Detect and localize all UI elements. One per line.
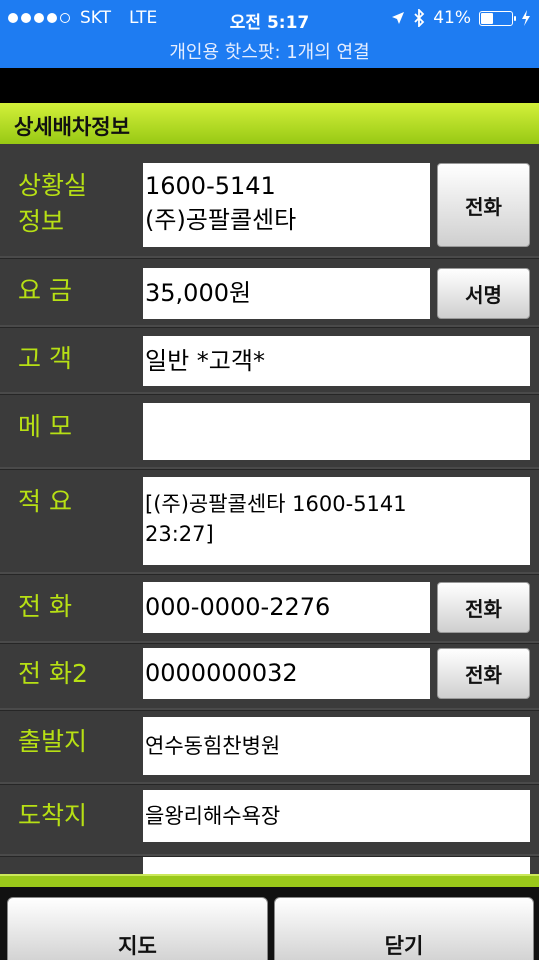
phone-label: 전 화 <box>18 592 72 621</box>
row-departure: 출발지 연수동힘찬병원 <box>0 710 539 784</box>
row-office-info: 상황실 정보 1600-5141 (주)공팔콜센타 전화 <box>0 144 539 258</box>
dispatch-detail-panel[interactable]: 상황실 정보 1600-5141 (주)공팔콜센타 전화 요 금 35,000원… <box>0 144 539 874</box>
departure-label: 출발지 <box>18 727 88 756</box>
office-info-field[interactable]: 1600-5141 (주)공팔콜센타 <box>143 163 430 247</box>
summary-label: 적 요 <box>18 487 72 516</box>
bluetooth-icon <box>414 9 425 27</box>
row-memo: 메 모 <box>0 394 539 469</box>
fee-label: 요 금 <box>18 276 72 305</box>
network-type: LTE <box>129 8 158 28</box>
summary-field[interactable]: [(주)공팔콜센타 1600-5141 23:27] <box>143 477 530 565</box>
office-call-button[interactable]: 전화 <box>437 163 530 247</box>
close-button[interactable]: 닫기 <box>274 897 534 960</box>
signal-strength-icon <box>8 13 70 23</box>
destination-field[interactable]: 을왕리해수욕장 <box>143 790 530 842</box>
row-phone: 전 화 000-0000-2276 전화 <box>0 574 539 643</box>
phone-call-button[interactable]: 전화 <box>437 582 530 633</box>
departure-field[interactable]: 연수동힘찬병원 <box>143 717 530 775</box>
row-summary: 적 요 [(주)공팔콜센타 1600-5141 23:27] <box>0 469 539 574</box>
page-title: 상세배차정보 <box>0 103 539 144</box>
row-fee: 요 금 35,000원 서명 <box>0 258 539 327</box>
fee-field[interactable]: 35,000원 <box>143 268 430 319</box>
row-phone2: 전 화2 0000000032 전화 <box>0 643 539 710</box>
office-info-label: 상황실 정보 <box>18 171 88 236</box>
customer-field[interactable]: 일반 *고객* <box>143 336 530 386</box>
location-arrow-icon <box>392 12 405 24</box>
charging-bolt-icon <box>522 10 530 26</box>
phone2-call-button[interactable]: 전화 <box>437 648 530 699</box>
battery-percent: 41% <box>433 8 471 28</box>
map-button[interactable]: 지도 <box>7 897 268 960</box>
memo-label: 메 모 <box>18 412 72 441</box>
phone2-field[interactable]: 0000000032 <box>143 648 430 699</box>
phone2-label: 전 화2 <box>18 659 88 688</box>
row-destination: 도착지 을왕리해수욕장 <box>0 784 539 856</box>
destination-label: 도착지 <box>18 801 88 830</box>
row-customer: 고 객 일반 *고객* <box>0 327 539 394</box>
phone-field[interactable]: 000-0000-2276 <box>143 582 430 633</box>
customer-label: 고 객 <box>18 344 72 373</box>
carrier-name: SKT <box>80 8 112 28</box>
divider <box>0 874 539 887</box>
memo-field[interactable] <box>143 403 530 460</box>
status-bar: SKT LTE 오전 5:17 41% 개인용 핫스팟: 1개의 연결 <box>0 0 539 68</box>
signature-button[interactable]: 서명 <box>437 268 530 319</box>
bottom-bar: 지도 닫기 <box>0 887 539 960</box>
battery-icon <box>479 10 516 26</box>
hotspot-banner[interactable]: 개인용 핫스팟: 1개의 연결 <box>0 38 539 64</box>
partial-next-field[interactable] <box>143 857 530 874</box>
